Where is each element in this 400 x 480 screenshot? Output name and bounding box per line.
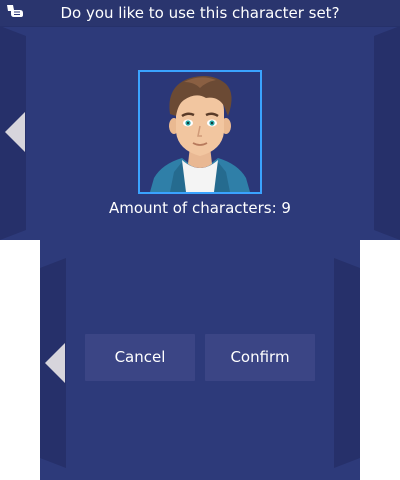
bottom-screen: Cancel Confirm [40,240,360,480]
arrow-left-icon[interactable] [45,343,65,383]
arrow-left-icon[interactable] [5,112,25,152]
right-side-panel [334,258,360,468]
top-screen: Do you like to use this character set? A… [0,0,400,240]
dialog-title: Do you like to use this character set? [60,4,340,22]
character-count-label: Amount of characters: 9 [109,199,291,217]
cancel-button[interactable]: Cancel [85,334,195,381]
stylus-hand-icon [7,5,23,17]
confirm-button[interactable]: Confirm [205,334,315,381]
character-portrait[interactable] [138,70,262,194]
character-avatar-icon [150,76,250,192]
